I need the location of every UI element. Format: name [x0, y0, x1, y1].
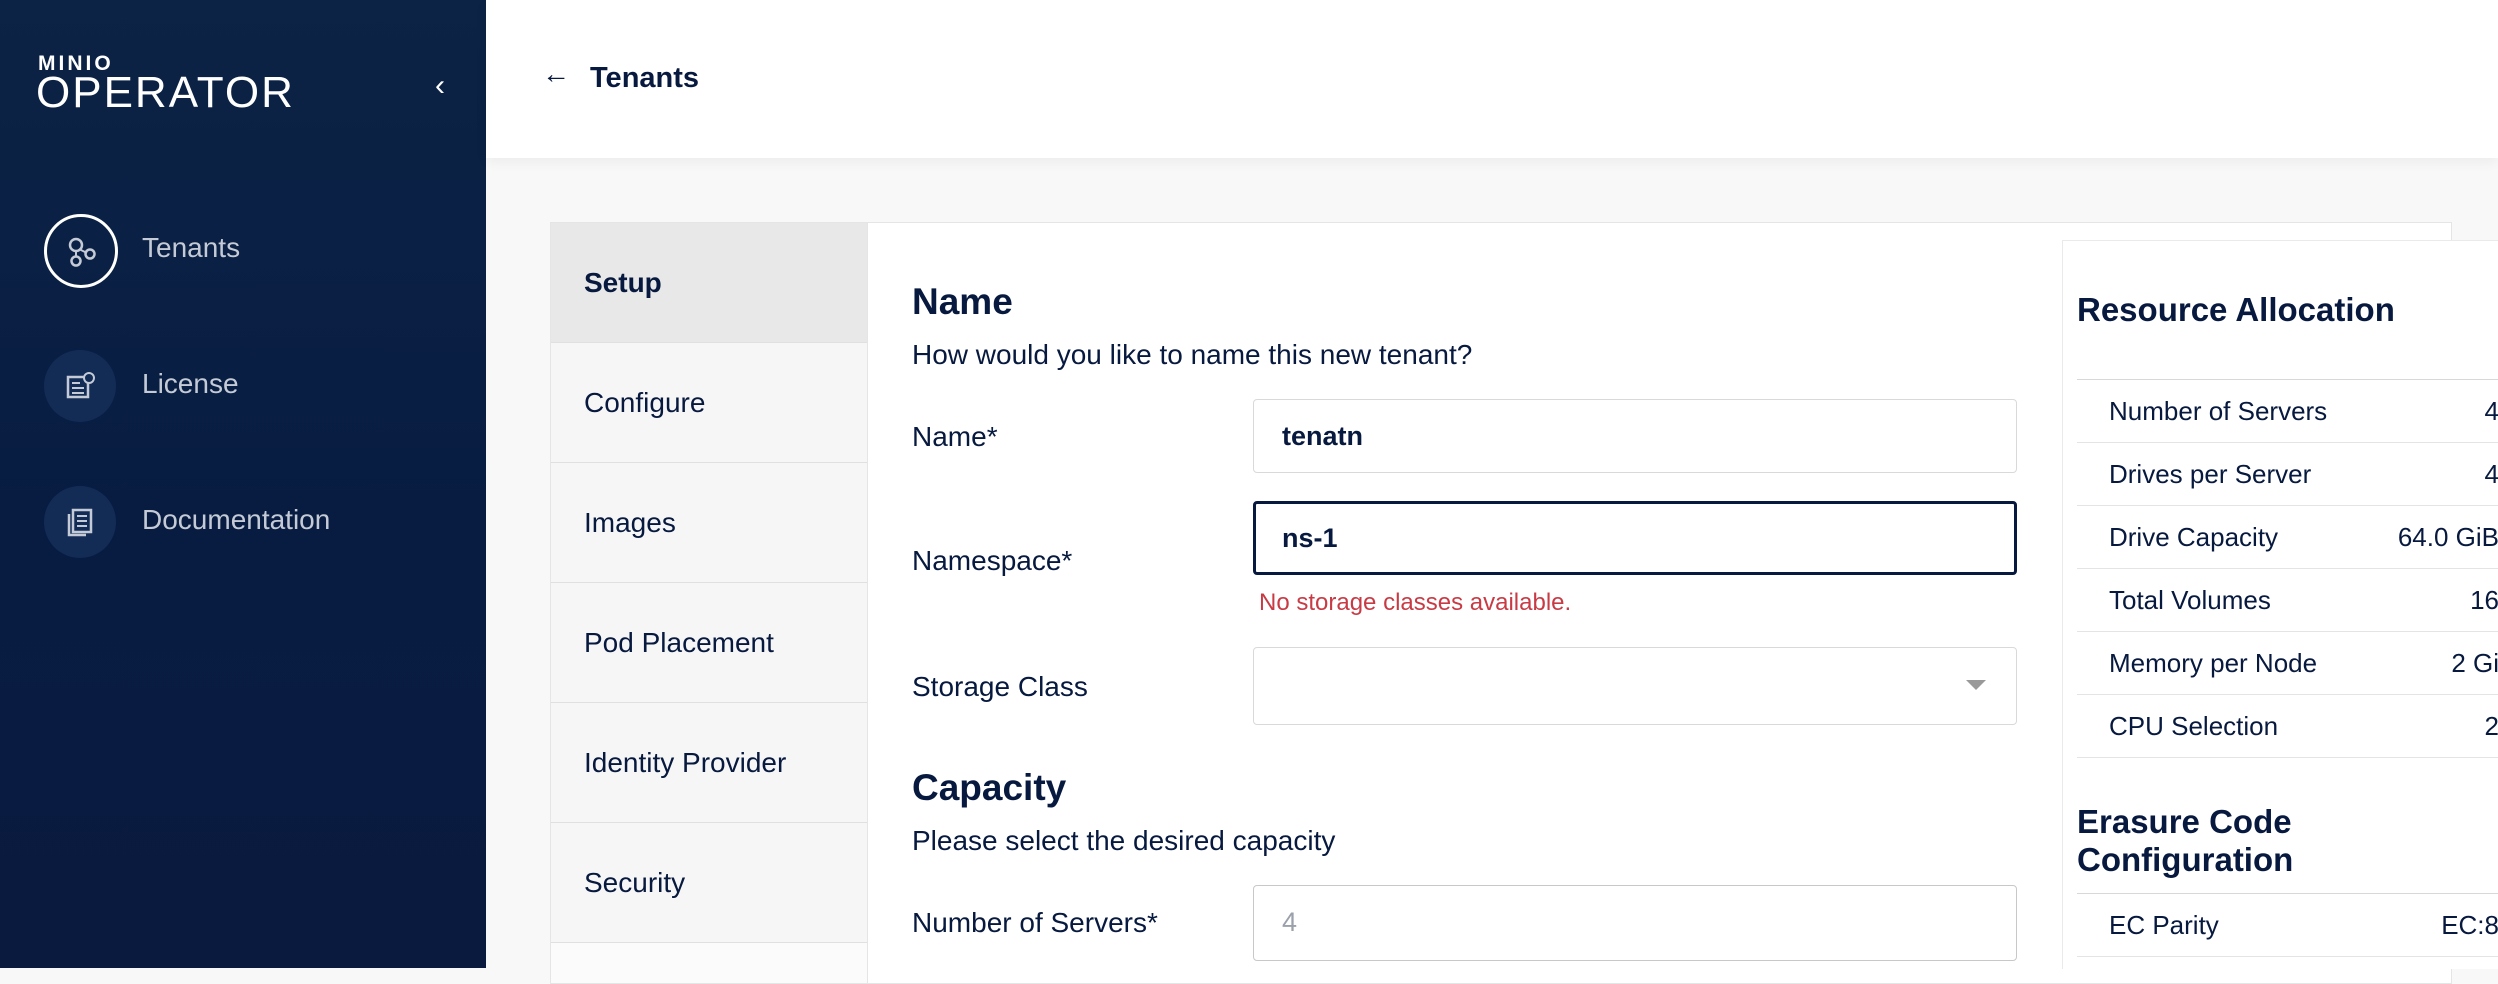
table-row: EC Parity EC:8: [2077, 894, 2498, 957]
name-label: Name*: [912, 421, 998, 452]
sidebar-item-tenants[interactable]: Tenants: [44, 214, 464, 294]
resource-allocation-table: Number of Servers 4 Drives per Server 4 Dr…: [2077, 379, 2498, 758]
back-link-tenants[interactable]: Tenants: [590, 62, 699, 95]
resource-allocation-title: Resource Allocation: [2077, 291, 2395, 328]
collapse-sidebar-chevron-icon[interactable]: ‹: [428, 68, 452, 104]
page-header: ← Tenants: [486, 0, 2498, 158]
documentation-icon: [44, 486, 116, 558]
row-value: 2 Gi: [2451, 648, 2498, 678]
namespace-label: Namespace*: [912, 545, 1073, 576]
table-row: Drives per Server 4: [2077, 443, 2498, 506]
row-key: EC Parity: [2109, 910, 2219, 940]
storage-class-select[interactable]: [1253, 647, 2017, 725]
table-row: Memory per Node 2 Gi: [2077, 632, 2498, 695]
back-arrow-icon[interactable]: ←: [542, 58, 570, 90]
storage-class-label: Storage Class: [912, 671, 1088, 702]
row-value: EC:8: [2441, 910, 2498, 940]
step-pod-placement[interactable]: Pod Placement: [551, 583, 867, 703]
namespace-error: No storage classes available.: [1259, 589, 1572, 616]
chevron-down-icon: [1966, 680, 1986, 690]
sidebar-item-license[interactable]: License: [44, 350, 464, 430]
table-row: Total Volumes 16: [2077, 569, 2498, 632]
license-icon: [44, 350, 116, 422]
servers-label: Number of Servers*: [912, 907, 1158, 938]
row-key: CPU Selection: [2109, 711, 2279, 741]
namespace-input[interactable]: ns-1: [1253, 501, 2017, 575]
sidebar: MINIO OPERATOR ‹ Tenants License Documen…: [0, 0, 486, 968]
row-key: Memory per Node: [2109, 648, 2318, 678]
name-input[interactable]: tenatn: [1253, 399, 2017, 473]
name-section-subtitle: How would you like to name this new tena…: [912, 339, 1473, 370]
step-identity-provider[interactable]: Identity Provider: [551, 703, 867, 823]
step-configure[interactable]: Configure: [551, 343, 867, 463]
row-value: 16: [2470, 585, 2498, 615]
row-value: 2: [2484, 711, 2498, 741]
capacity-section-subtitle: Please select the desired capacity: [912, 825, 1336, 856]
tenants-icon: [44, 214, 118, 288]
sidebar-item-label: Tenants: [142, 232, 241, 263]
wizard-steps: Setup Configure Images Pod Placement Ide…: [551, 223, 868, 983]
summary-panel: Resource Allocation Number of Servers 4 D…: [2062, 240, 2498, 969]
row-key: Total Volumes: [2109, 585, 2271, 615]
name-section-title: Name: [912, 281, 1013, 322]
sidebar-item-label: License: [142, 368, 239, 399]
sidebar-item-documentation[interactable]: Documentation: [44, 486, 464, 566]
step-setup[interactable]: Setup: [551, 223, 867, 343]
sidebar-item-label: Documentation: [142, 504, 331, 535]
servers-input[interactable]: 4: [1253, 885, 2017, 961]
step-images[interactable]: Images: [551, 463, 867, 583]
logo-operator: OPERATOR: [36, 68, 295, 117]
table-row: Number of Servers 4: [2077, 380, 2498, 443]
row-value: 4: [2484, 396, 2498, 426]
row-key: Drive Capacity: [2109, 522, 2279, 552]
table-row: CPU Selection 2: [2077, 695, 2498, 758]
step-security[interactable]: Security: [551, 823, 867, 943]
row-key: Number of Servers: [2109, 396, 2328, 426]
capacity-section-title: Capacity: [912, 767, 1067, 808]
row-value: 64.0 GiB: [2397, 522, 2498, 552]
row-key: Drives per Server: [2109, 459, 2312, 489]
erasure-code-table: EC Parity EC:8: [2077, 893, 2498, 957]
row-value: 4: [2484, 459, 2498, 489]
table-row: Drive Capacity 64.0 GiB: [2077, 506, 2498, 569]
erasure-code-title: Erasure Code Configuration: [2077, 803, 2294, 878]
